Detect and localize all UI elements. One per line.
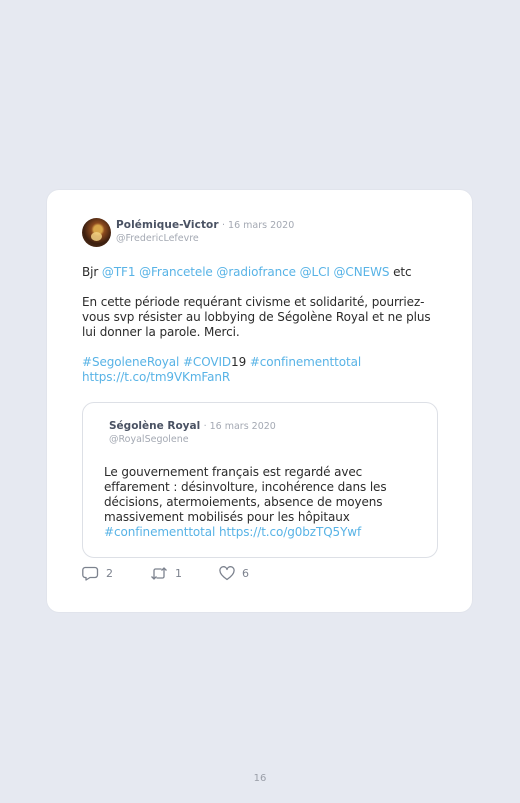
quoted-text: Le gouvernement français est regardé ave…: [104, 465, 404, 540]
quoted-links[interactable]: #confinementtotal https://t.co/g0bzTQ5Yw…: [104, 525, 361, 539]
reply-button[interactable]: 2: [82, 566, 113, 581]
tweet-date: · 16 mars 2020: [222, 220, 295, 231]
hashtag-link[interactable]: #confinementtotal: [246, 355, 361, 369]
retweet-count: 1: [175, 567, 182, 580]
hashtag-number: 19: [231, 355, 247, 369]
avatar[interactable]: [82, 218, 111, 247]
tweet-text-line1: Bjr @TF1 @Francetele @radiofrance @LCI @…: [82, 265, 442, 280]
quoted-handle[interactable]: @RoyalSegolene: [109, 434, 189, 445]
text-prefix: Bjr: [82, 265, 102, 279]
tweet-card: Polémique-Victor · 16 mars 2020 @Frederi…: [47, 190, 472, 612]
retweet-button[interactable]: 1: [150, 566, 182, 581]
tweet-paragraph: En cette période requérant civisme et so…: [82, 295, 431, 339]
quoted-author: Ségolène Royal · 16 mars 2020: [109, 420, 276, 432]
author-handle[interactable]: @FredericLefevre: [116, 233, 199, 244]
reply-count: 2: [106, 567, 113, 580]
quoted-body: Le gouvernement français est regardé ave…: [104, 465, 387, 524]
page-number: 16: [253, 773, 267, 784]
tweet-actions: 2 1 6: [82, 566, 382, 584]
retweet-icon: [151, 567, 167, 580]
quoted-date: · 16 mars 2020: [203, 421, 276, 432]
heart-icon: [219, 566, 235, 581]
hashtag-link[interactable]: #SegoleneRoyal #COVID: [82, 355, 231, 369]
tweet-author: Polémique-Victor · 16 mars 2020: [116, 219, 294, 231]
tweet-hashtags: #SegoleneRoyal #COVID19 #confinementtota…: [82, 355, 442, 385]
mentions[interactable]: @TF1 @Francetele @radiofrance @LCI @CNEW…: [102, 265, 390, 279]
author-name[interactable]: Polémique-Victor: [116, 219, 219, 231]
tweet-url[interactable]: https://t.co/tm9VKmFanR: [82, 370, 230, 384]
quoted-tweet[interactable]: Ségolène Royal · 16 mars 2020 @RoyalSego…: [82, 402, 438, 558]
like-button[interactable]: 6: [219, 566, 249, 581]
text-suffix: etc: [389, 265, 412, 279]
like-count: 6: [242, 567, 249, 580]
quoted-author-name[interactable]: Ségolène Royal: [109, 420, 200, 432]
reply-icon: [82, 566, 99, 581]
